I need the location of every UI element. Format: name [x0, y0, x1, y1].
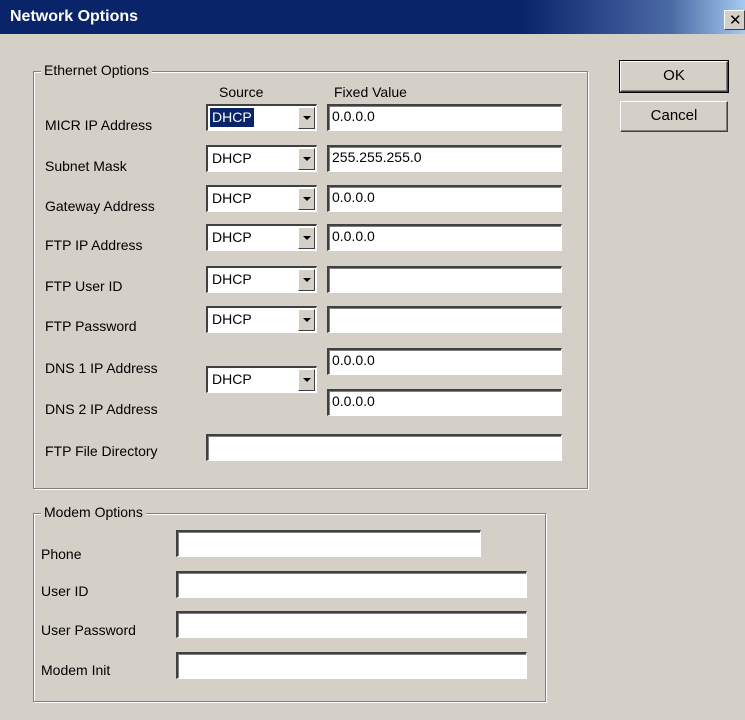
user-password-input[interactable]	[176, 611, 527, 638]
phone-input[interactable]	[176, 530, 481, 557]
dns-source-select[interactable]: DHCP	[206, 366, 317, 393]
subnet-mask-source-value: DHCP	[212, 150, 252, 166]
modem-options-legend: Modem Options	[41, 504, 146, 520]
modem-init-input[interactable]	[176, 652, 527, 679]
chevron-down-icon	[303, 278, 311, 282]
ftp-password-source-dropdown-button[interactable]	[298, 309, 315, 331]
ftp-password-source-select[interactable]: DHCP	[206, 306, 317, 333]
dns2-fixed-value-input[interactable]: 0.0.0.0	[327, 389, 562, 416]
close-button[interactable]: ✕	[724, 10, 745, 30]
window-title: Network Options	[10, 8, 139, 25]
subnet-mask-source-dropdown-button[interactable]	[298, 148, 315, 170]
ftp-ip-address-source-select[interactable]: DHCP	[206, 224, 317, 251]
ftp-password-label: FTP Password	[45, 318, 137, 334]
dns2-ip-address-label: DNS 2 IP Address	[45, 401, 158, 417]
ftp-file-directory-input[interactable]	[206, 434, 562, 461]
micr-ip-address-label: MICR IP Address	[45, 117, 153, 133]
phone-label: Phone	[41, 546, 82, 562]
modem-init-label: Modem Init	[41, 662, 111, 678]
cancel-button[interactable]: Cancel	[620, 101, 728, 132]
ftp-user-id-source-select[interactable]: DHCP	[206, 266, 317, 293]
gateway-address-label: Gateway Address	[45, 198, 155, 214]
micr-ip-fixed-value-input[interactable]: 0.0.0.0	[327, 104, 562, 131]
ftp-user-id-fixed-value-input[interactable]	[327, 266, 562, 293]
ftp-ip-address-fixed-value-input[interactable]: 0.0.0.0	[327, 224, 562, 251]
title-bar: Network Options	[0, 0, 745, 34]
chevron-down-icon	[303, 157, 311, 161]
ethernet-options-legend: Ethernet Options	[41, 62, 153, 78]
chevron-down-icon	[303, 318, 311, 322]
ftp-password-fixed-value-input[interactable]	[327, 306, 562, 333]
ftp-ip-address-label: FTP IP Address	[45, 237, 143, 253]
chevron-down-icon	[303, 378, 311, 382]
ftp-user-id-label: FTP User ID	[45, 278, 123, 294]
source-column-header: Source	[219, 84, 264, 100]
user-password-label: User Password	[41, 622, 136, 638]
dns-source-value: DHCP	[212, 371, 252, 387]
gateway-address-source-value: DHCP	[212, 190, 252, 206]
subnet-mask-fixed-value-input[interactable]: 255.255.255.0	[327, 145, 562, 172]
micr-ip-source-dropdown-button[interactable]	[298, 107, 315, 129]
ftp-user-id-source-dropdown-button[interactable]	[298, 269, 315, 291]
ftp-user-id-source-value: DHCP	[212, 271, 252, 287]
gateway-address-source-select[interactable]: DHCP	[206, 185, 317, 212]
dns1-ip-address-label: DNS 1 IP Address	[45, 360, 158, 376]
gateway-address-fixed-value-input[interactable]: 0.0.0.0	[327, 185, 562, 212]
micr-ip-source-value: DHCP	[210, 108, 254, 127]
fixed-value-column-header: Fixed Value	[334, 84, 407, 100]
chevron-down-icon	[303, 236, 311, 240]
gateway-address-source-dropdown-button[interactable]	[298, 188, 315, 210]
ftp-file-directory-label: FTP File Directory	[45, 443, 158, 459]
ftp-password-source-value: DHCP	[212, 311, 252, 327]
ftp-ip-address-source-value: DHCP	[212, 229, 252, 245]
ok-button[interactable]: OK	[619, 60, 729, 93]
chevron-down-icon	[303, 197, 311, 201]
chevron-down-icon	[303, 116, 311, 120]
subnet-mask-label: Subnet Mask	[45, 158, 127, 174]
close-icon: ✕	[729, 12, 742, 29]
micr-ip-source-select[interactable]: DHCP	[206, 104, 317, 131]
dns-source-dropdown-button[interactable]	[298, 369, 315, 391]
user-id-input[interactable]	[176, 571, 527, 598]
user-id-label: User ID	[41, 583, 89, 599]
dns1-fixed-value-input[interactable]: 0.0.0.0	[327, 348, 562, 375]
ftp-ip-address-source-dropdown-button[interactable]	[298, 227, 315, 249]
subnet-mask-source-select[interactable]: DHCP	[206, 145, 317, 172]
